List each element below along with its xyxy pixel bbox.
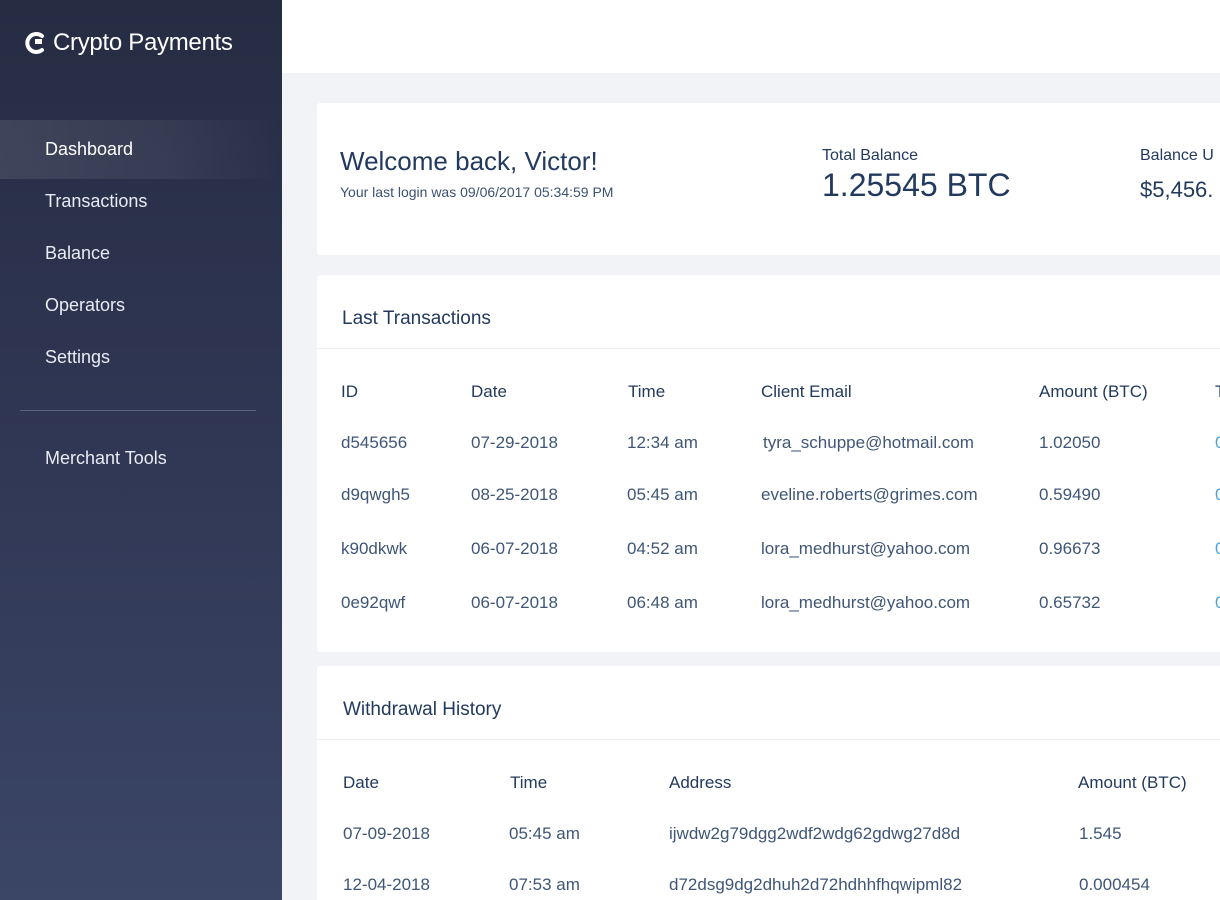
- cell-email: lora_medhurst@yahoo.com: [761, 593, 971, 612]
- sidebar-item-settings[interactable]: Settings: [0, 328, 282, 387]
- cell-link[interactable]: 0: [1215, 433, 1220, 453]
- last-transactions-title: Last Transactions: [342, 308, 491, 329]
- column-header-address[interactable]: Address: [669, 773, 731, 793]
- column-header-truncated[interactable]: T: [1215, 382, 1220, 402]
- cell-date: 08-25-2018: [471, 485, 558, 504]
- sidebar-item-transactions[interactable]: Transactions: [0, 172, 282, 231]
- cell-id: d545656: [341, 433, 408, 452]
- last-transactions-card: Last Transactions ID Date Time Client Em…: [317, 275, 1220, 652]
- cell-link[interactable]: 0: [1215, 485, 1220, 505]
- sidebar-item-dashboard[interactable]: Dashboard: [0, 120, 282, 179]
- last-login-text: Your last login was 09/06/2017 05:34:59 …: [340, 184, 614, 200]
- cell-link[interactable]: 0: [1215, 593, 1220, 613]
- cell-time: 06:48 am: [627, 593, 698, 612]
- sidebar-item-balance[interactable]: Balance: [0, 224, 282, 283]
- welcome-card: Welcome back, Victor! Your last login wa…: [317, 103, 1220, 255]
- cell-time: 04:52 am: [627, 539, 698, 558]
- total-balance-label: Total Balance: [822, 147, 919, 164]
- cell-amount: 1.545: [1079, 824, 1122, 843]
- cell-date: 07-29-2018: [471, 433, 558, 452]
- crypto-logo-icon: [25, 32, 44, 54]
- app-name: Crypto Payments: [53, 29, 233, 56]
- cell-time: 07:53 am: [509, 875, 580, 894]
- app-logo[interactable]: Crypto Payments: [25, 29, 233, 57]
- sidebar-item-operators[interactable]: Operators: [0, 276, 282, 335]
- column-header-amount[interactable]: Amount (BTC): [1078, 773, 1187, 793]
- cell-email: lora_medhurst@yahoo.com: [761, 539, 971, 558]
- column-header-date[interactable]: Date: [471, 382, 507, 402]
- cell-email: eveline.roberts@grimes.com: [761, 485, 978, 504]
- cell-email: tyra_schuppe@hotmail.com: [763, 433, 974, 452]
- column-header-date[interactable]: Date: [343, 773, 379, 793]
- cell-time: 05:45 am: [509, 824, 580, 843]
- cell-link[interactable]: 0: [1215, 539, 1220, 559]
- column-header-amount[interactable]: Amount (BTC): [1039, 382, 1148, 402]
- sidebar: Crypto Payments Dashboard Transactions B…: [0, 0, 282, 900]
- card-divider: [317, 739, 1220, 740]
- cell-amount: 0.65732: [1039, 593, 1101, 612]
- withdrawal-history-title: Withdrawal History: [343, 699, 502, 720]
- cell-date: 06-07-2018: [471, 593, 558, 612]
- balance-usd-value: $5,456.: [1140, 177, 1214, 202]
- withdrawal-history-card: Withdrawal History Date Time Address Amo…: [317, 666, 1220, 900]
- top-bar: [282, 0, 1220, 73]
- cell-id: k90dkwk: [341, 539, 408, 558]
- welcome-title: Welcome back, Victor!: [340, 146, 598, 176]
- cell-address: ijwdw2g79dgg2wdf2wdg62gdwg27d8d: [669, 824, 961, 843]
- cell-date: 06-07-2018: [471, 539, 558, 558]
- column-header-client-email[interactable]: Client Email: [761, 382, 852, 402]
- sidebar-item-merchant-tools[interactable]: Merchant Tools: [45, 448, 167, 469]
- total-balance-value: 1.25545 BTC: [822, 167, 1011, 203]
- sidebar-divider: [20, 410, 256, 411]
- column-header-id[interactable]: ID: [341, 382, 358, 402]
- column-header-time[interactable]: Time: [628, 382, 665, 402]
- cell-id: 0e92qwf: [341, 593, 406, 612]
- sidebar-nav: Dashboard Transactions Balance Operators…: [0, 120, 282, 380]
- cell-amount: 0.59490: [1039, 485, 1101, 504]
- cell-address: d72dsg9dg2dhuh2d72hdhhfhqwipml82: [669, 875, 963, 894]
- cell-date: 12-04-2018: [343, 875, 430, 894]
- cell-date: 07-09-2018: [343, 824, 430, 843]
- cell-amount: 0.96673: [1039, 539, 1101, 558]
- column-header-time[interactable]: Time: [510, 773, 547, 793]
- cell-id: d9qwgh5: [341, 485, 411, 504]
- cell-amount: 1.02050: [1039, 433, 1101, 452]
- cell-amount: 0.000454: [1079, 875, 1150, 894]
- cell-time: 05:45 am: [627, 485, 698, 504]
- cell-time: 12:34 am: [627, 433, 698, 452]
- card-divider: [317, 348, 1220, 349]
- balance-usd-label: Balance U: [1140, 147, 1214, 164]
